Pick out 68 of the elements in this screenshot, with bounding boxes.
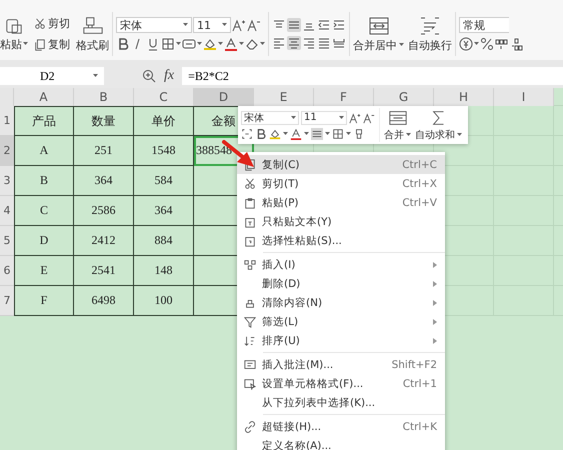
menu-item[interactable]: 只粘贴文本(Y) (237, 212, 445, 231)
row-header[interactable]: 1 (0, 106, 14, 136)
menu-item[interactable]: 插入批注(M)... Shift+F2 (237, 355, 445, 374)
merge-center-button[interactable]: 合并居中 (353, 16, 404, 52)
font-select[interactable]: 宋体 (241, 110, 299, 124)
table-cell: 251 (74, 136, 134, 166)
menu-item[interactable]: 设置单元格格式(F)... Ctrl+1 (237, 374, 445, 393)
copy-button[interactable]: 复制 (34, 37, 70, 52)
column-header[interactable]: A (14, 88, 74, 106)
wrap-text-button[interactable]: 自动换行 (408, 16, 452, 52)
column-header[interactable]: G (374, 88, 434, 106)
menu-item[interactable]: 粘贴(P) Ctrl+V (237, 193, 445, 212)
column-header[interactable]: F (314, 88, 374, 106)
menu-item[interactable]: 剪切(T) Ctrl+X (237, 174, 445, 193)
row-header[interactable]: 2 (0, 136, 14, 166)
table-cell: 2586 (74, 196, 134, 226)
table-cell: 584 (134, 166, 194, 196)
menu-item[interactable]: 清除内容(N) (237, 293, 445, 312)
table-cell: B (14, 166, 74, 196)
table-cell: 单价 (134, 106, 194, 136)
table-cell: 364 (134, 196, 194, 226)
column-header[interactable]: B (74, 88, 134, 106)
row-header[interactable]: 6 (0, 256, 14, 286)
row-header[interactable]: 7 (0, 286, 14, 316)
font-size-select[interactable]: 11 (193, 17, 231, 33)
table-cell: 数量 (74, 106, 134, 136)
table-cell: 6498 (74, 286, 134, 316)
menu-item[interactable]: 从下拉列表中选择(K)... (237, 393, 445, 412)
table-cell: 884 (134, 226, 194, 256)
format-painter-button[interactable]: 格式刷 (76, 16, 109, 52)
table-cell: 148 (134, 256, 194, 286)
table-cell: 2412 (74, 226, 134, 256)
column-header[interactable]: E (254, 88, 314, 106)
table-cell: 2541 (74, 256, 134, 286)
table-cell: 产品 (14, 106, 74, 136)
name-box[interactable]: D2 (0, 67, 104, 85)
menu-item[interactable]: 定义名称(A)... (237, 436, 445, 450)
table-cell: E (14, 256, 74, 286)
column-header[interactable]: I (494, 88, 554, 106)
formula-input[interactable]: =B2*C2 (182, 67, 563, 85)
table-cell: C (14, 196, 74, 226)
fx-button[interactable]: fx (164, 68, 174, 84)
table-cell: D (14, 226, 74, 256)
number-format-select[interactable]: 常规 (459, 17, 509, 33)
column-header[interactable]: C (134, 88, 194, 106)
row-header[interactable]: 3 (0, 166, 14, 196)
merge-button[interactable]: 合并 (379, 108, 411, 142)
font-select[interactable]: 宋体 (116, 17, 192, 33)
table-cell: A (14, 136, 74, 166)
table-cell: 100 (134, 286, 194, 316)
row-header[interactable]: 4 (0, 196, 14, 226)
menu-item[interactable]: 选择性粘贴(S)... (237, 231, 445, 250)
menu-item[interactable]: 超链接(H)... Ctrl+K (237, 417, 445, 436)
cut-button[interactable]: 剪切 (34, 16, 70, 31)
column-header[interactable]: H (434, 88, 494, 106)
font-size-select[interactable]: 11 (301, 110, 347, 124)
table-cell: 1548 (134, 136, 194, 166)
paste-button[interactable]: 粘贴 (0, 16, 28, 52)
menu-item[interactable]: 复制(C) Ctrl+C (237, 155, 445, 174)
table-cell: F (14, 286, 74, 316)
table-cell: 364 (74, 166, 134, 196)
menu-item[interactable]: 插入(I) (237, 255, 445, 274)
autosum-button[interactable]: 自动求和 (415, 108, 462, 142)
row-header[interactable]: 5 (0, 226, 14, 256)
menu-item[interactable]: 删除(D) (237, 274, 445, 293)
column-header[interactable]: D (194, 88, 254, 106)
menu-item[interactable]: 筛选(L) (237, 312, 445, 331)
menu-item[interactable]: 排序(U) (237, 331, 445, 350)
